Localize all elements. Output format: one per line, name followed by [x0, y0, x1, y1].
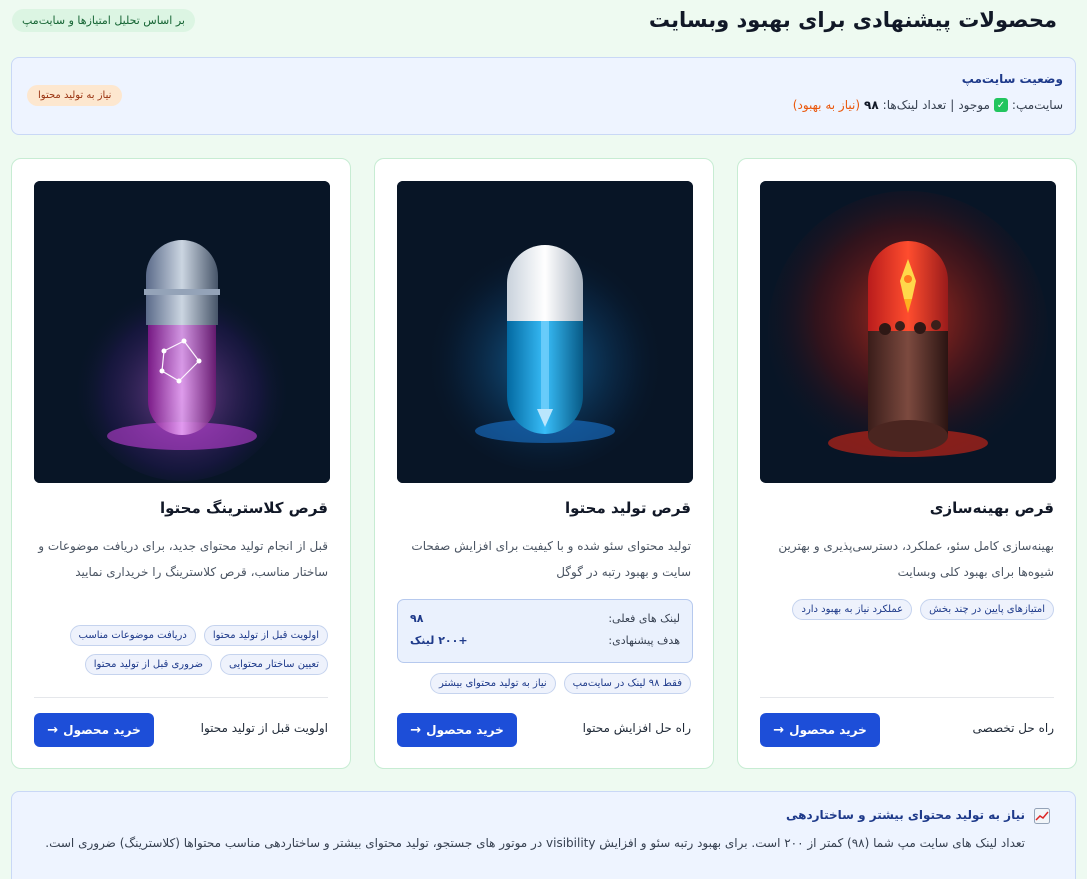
chart-increasing-icon — [1034, 808, 1050, 824]
needs-improvement-note: (نیاز به بهبود) — [792, 98, 861, 112]
card-divider — [34, 697, 328, 698]
buy-button-label: خرید محصول — [789, 723, 867, 737]
page-header: محصولات پیشنهادی برای بهبود وبسایت بر اس… — [12, 6, 1057, 34]
solution-label: اولویت قبل از تولید محتوا — [200, 721, 328, 735]
buy-button-label: خرید محصول — [426, 723, 504, 737]
clustering-pill-image — [34, 181, 330, 483]
current-links-value: ۹۸ — [410, 612, 424, 625]
target-links-label: هدف پیشنهادی: — [608, 634, 680, 647]
links-count-label: تعداد لینک‌ها: — [882, 98, 947, 112]
tag: امتیازهای پایین در چند بخش — [920, 599, 1054, 620]
content-need-text: تعداد لینک های سایت مپ شما (۹۸) کمتر از … — [45, 836, 1025, 850]
product-tags: امتیازهای پایین در چند بخش عملکرد نیاز ب… — [758, 599, 1054, 620]
check-icon: ✓ — [993, 98, 1008, 112]
solution-label: راه حل افزایش محتوا — [582, 721, 691, 735]
buy-product-button[interactable]: خرید محصول → — [760, 713, 880, 747]
content-need-panel: نیاز به تولید محتوای بیشتر و ساختاردهی ت… — [11, 791, 1076, 879]
links-stats-box: لینک های فعلی: ۹۸ هدف پیشنهادی: +۲۰۰ لین… — [397, 599, 693, 663]
buy-product-button[interactable]: خرید محصول → — [34, 713, 154, 747]
tag: اولویت قبل از تولید محتوا — [203, 625, 328, 646]
product-title: قرص کلاسترینگ محتوا — [160, 499, 328, 517]
product-card-optimization: قرص بهینه‌سازی بهینه‌سازی کامل سئو، عملک… — [737, 158, 1077, 769]
separator: | — [950, 98, 955, 112]
current-links-label: لینک های فعلی: — [608, 612, 680, 625]
links-count-value: ۹۸ — [864, 98, 879, 112]
sitemap-status-title: وضعیت سایت‌مپ — [961, 72, 1063, 86]
sitemap-status-line: سایت‌مپ: ✓ موجود | تعداد لینک‌ها: ۹۸ (نی… — [793, 98, 1063, 112]
arrow-right-icon: → — [410, 722, 422, 738]
tag: دریافت موضوعات مناسب — [69, 625, 196, 646]
card-divider — [760, 697, 1054, 698]
optimization-pill-image — [760, 181, 1056, 483]
product-card-clustering: قرص کلاسترینگ محتوا قبل از انجام تولید م… — [11, 158, 351, 769]
analysis-basis-badge: بر اساس تحلیل امتیازها و سایت‌مپ — [12, 8, 195, 32]
target-links-value: +۲۰۰ لینک — [410, 634, 468, 647]
arrow-right-icon: → — [47, 722, 59, 738]
product-title: قرص تولید محتوا — [565, 499, 691, 517]
sitemap-status-prefix: سایت‌مپ: — [1011, 98, 1063, 112]
content-need-title: نیاز به تولید محتوای بیشتر و ساختاردهی — [786, 808, 1025, 822]
tag: تعیین ساختار محتوایی — [219, 654, 328, 675]
product-description: بهینه‌سازی کامل سئو، عملکرد، دسترسی‌پذیر… — [778, 539, 1054, 579]
sitemap-status-panel: وضعیت سایت‌مپ سایت‌مپ: ✓ موجود | تعداد ل… — [11, 57, 1076, 135]
solution-label: راه حل تخصصی — [972, 721, 1054, 735]
product-card-content: قرص تولید محتوا تولید محتوای سئو شده و ب… — [374, 158, 714, 769]
product-tags: اولویت قبل از تولید محتوا دریافت موضوعات… — [32, 625, 328, 675]
tag: ضروری قبل از تولید محتوا — [84, 654, 212, 675]
product-description: قبل از انجام تولید محتوای جدید، برای دری… — [38, 539, 328, 579]
target-links-row: هدف پیشنهادی: +۲۰۰ لینک — [410, 634, 680, 647]
sitemap-status-value: موجود — [958, 98, 990, 112]
page-title: محصولات پیشنهادی برای بهبود وبسایت — [648, 8, 1057, 32]
buy-button-label: خرید محصول — [63, 723, 141, 737]
tag: عملکرد نیاز به بهبود دارد — [792, 599, 913, 620]
current-links-row: لینک های فعلی: ۹۸ — [410, 612, 680, 625]
product-description: تولید محتوای سئو شده و با کیفیت برای افز… — [411, 539, 691, 579]
tag: نیاز به تولید محتوای بیشتر — [430, 673, 556, 694]
product-tags: فقط ۹۸ لینک در سایت‌مپ نیاز به تولید محت… — [395, 673, 691, 694]
needs-content-badge: نیاز به تولید محتوا — [27, 85, 123, 106]
content-pill-image — [397, 181, 693, 483]
arrow-right-icon: → — [773, 722, 785, 738]
tag: فقط ۹۸ لینک در سایت‌مپ — [563, 673, 691, 694]
product-title: قرص بهینه‌سازی — [929, 499, 1054, 517]
buy-product-button[interactable]: خرید محصول → — [397, 713, 517, 747]
